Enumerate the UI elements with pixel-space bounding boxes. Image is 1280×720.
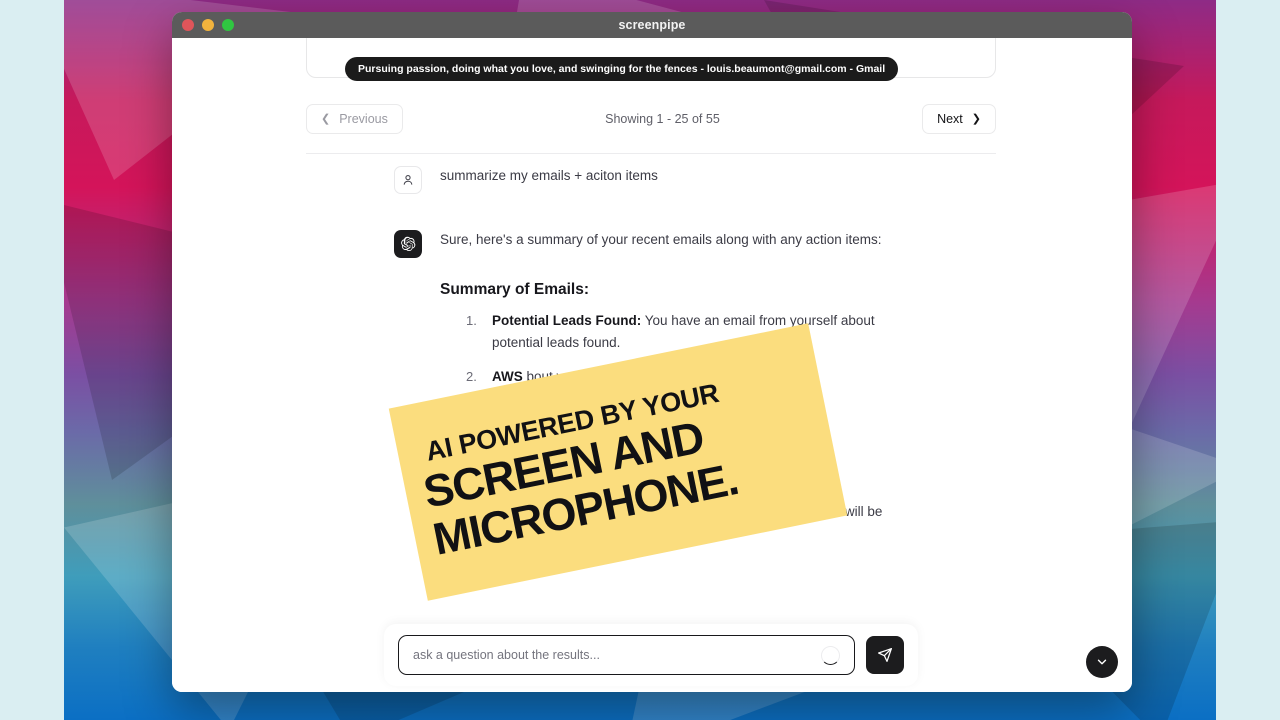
previous-page-label: Previous [339, 112, 388, 126]
window-content: Pursuing passion, doing what you love, a… [172, 38, 1132, 692]
minimize-button[interactable] [202, 19, 214, 31]
user-person-icon [403, 175, 413, 185]
chevron-left-icon: ❮ [321, 112, 331, 125]
result-hover-tooltip: Pursuing passion, doing what you love, a… [345, 57, 899, 81]
chevron-down-icon [1097, 659, 1107, 665]
assistant-message-text: Sure, here's a summary of your recent em… [440, 232, 882, 247]
pagination: ❮ Previous Showing 1 - 25 of 55 Next ❯ [306, 104, 996, 134]
window-titlebar: screenpipe [172, 12, 1132, 38]
scroll-to-bottom-button[interactable] [1086, 646, 1118, 678]
send-paper-plane-icon [878, 648, 892, 662]
section-divider [306, 153, 996, 154]
summary-heading: Summary of Emails: [440, 280, 590, 298]
chat-message-user: summarize my emails + aciton items [172, 166, 1132, 194]
maximize-button[interactable] [222, 19, 234, 31]
showing-count-text: Showing 1 - 25 of 55 [605, 112, 720, 126]
close-button[interactable] [182, 19, 194, 31]
question-input-bar [384, 624, 918, 686]
chevron-right-icon: ❯ [971, 112, 981, 125]
assistant-avatar [394, 230, 422, 258]
list-item-label: Potential Leads Found: [492, 312, 642, 328]
send-button[interactable] [866, 636, 904, 674]
next-page-button[interactable]: Next ❯ [922, 104, 996, 134]
user-message-body: summarize my emails + aciton items [394, 166, 1072, 187]
window-title: screenpipe [618, 18, 686, 32]
previous-page-button[interactable]: ❮ Previous [306, 104, 403, 134]
question-input-wrapper[interactable] [398, 635, 855, 675]
user-message-text: summarize my emails + aciton items [440, 168, 658, 183]
openai-logo-icon [401, 236, 416, 252]
list-item: Potential Leads Found: You have an email… [466, 310, 900, 354]
desktop: screenpipe Pursuing passion, doing what … [0, 0, 1280, 720]
question-input[interactable] [413, 648, 815, 662]
user-avatar [394, 166, 422, 194]
window-controls[interactable] [182, 12, 234, 38]
app-window: screenpipe Pursuing passion, doing what … [172, 12, 1132, 692]
next-page-label: Next [937, 112, 963, 126]
spinner-icon [821, 645, 840, 665]
